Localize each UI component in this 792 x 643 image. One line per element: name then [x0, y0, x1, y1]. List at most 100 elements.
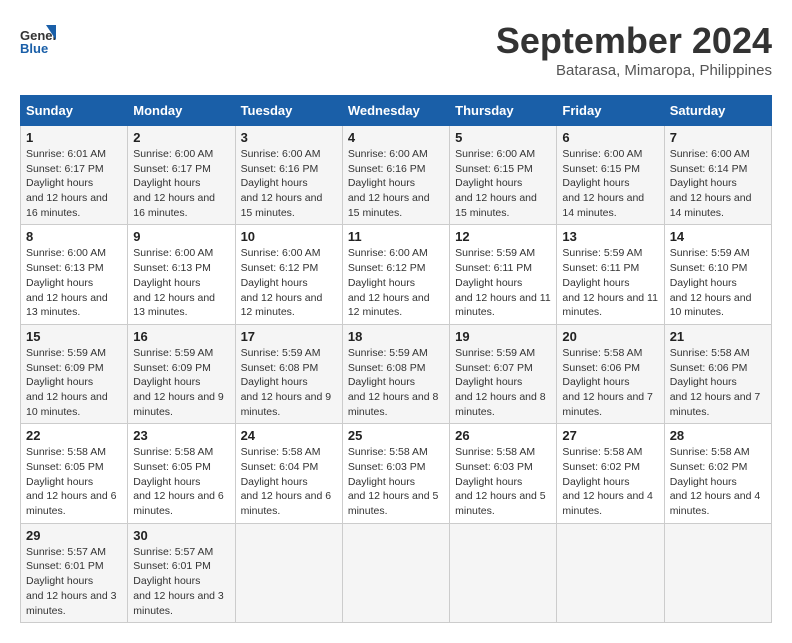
table-row: [664, 523, 771, 622]
table-row: 1 Sunrise: 6:01 AMSunset: 6:17 PMDaylight…: [21, 126, 128, 225]
day-info: Sunrise: 6:00 AMSunset: 6:13 PMDaylight …: [26, 247, 108, 318]
weekday-header-wednesday: Wednesday: [342, 96, 449, 126]
day-info: Sunrise: 6:00 AMSunset: 6:12 PMDaylight …: [348, 247, 430, 318]
day-info: Sunrise: 6:00 AMSunset: 6:15 PMDaylight …: [562, 148, 644, 219]
day-number: 5: [455, 130, 551, 145]
location: Batarasa, Mimaropa, Philippines: [496, 62, 772, 79]
table-row: 28 Sunrise: 5:58 AMSunset: 6:02 PMDayligh…: [664, 424, 771, 523]
table-row: 6 Sunrise: 6:00 AMSunset: 6:15 PMDaylight…: [557, 126, 664, 225]
table-row: [557, 523, 664, 622]
day-number: 21: [670, 329, 766, 344]
table-row: 22 Sunrise: 5:58 AMSunset: 6:05 PMDayligh…: [21, 424, 128, 523]
day-info: Sunrise: 5:58 AMSunset: 6:05 PMDaylight …: [133, 446, 224, 517]
day-info: Sunrise: 5:57 AMSunset: 6:01 PMDaylight …: [133, 546, 224, 617]
table-row: 29 Sunrise: 5:57 AMSunset: 6:01 PMDayligh…: [21, 523, 128, 622]
day-number: 14: [670, 229, 766, 244]
svg-text:Blue: Blue: [20, 41, 48, 56]
day-number: 26: [455, 428, 551, 443]
table-row: 21 Sunrise: 5:58 AMSunset: 6:06 PMDayligh…: [664, 324, 771, 423]
weekday-header-sunday: Sunday: [21, 96, 128, 126]
day-info: Sunrise: 5:59 AMSunset: 6:08 PMDaylight …: [241, 347, 332, 418]
day-info: Sunrise: 6:00 AMSunset: 6:12 PMDaylight …: [241, 247, 323, 318]
day-number: 20: [562, 329, 658, 344]
day-number: 1: [26, 130, 122, 145]
day-number: 2: [133, 130, 229, 145]
day-number: 11: [348, 229, 444, 244]
day-number: 13: [562, 229, 658, 244]
table-row: 27 Sunrise: 5:58 AMSunset: 6:02 PMDayligh…: [557, 424, 664, 523]
table-row: 26Sunrise: 5:58 AMSunset: 6:03 PMDayligh…: [450, 424, 557, 523]
day-info: Sunrise: 5:58 AMSunset: 6:04 PMDaylight …: [241, 446, 332, 517]
day-info: Sunrise: 5:58 AMSunset: 6:06 PMDaylight …: [562, 347, 653, 418]
day-number: 7: [670, 130, 766, 145]
day-info: Sunrise: 5:58 AMSunset: 6:02 PMDaylight …: [562, 446, 653, 517]
day-info: Sunrise: 5:59 AMSunset: 6:11 PMDaylight …: [455, 247, 551, 318]
table-row: 3 Sunrise: 6:00 AMSunset: 6:16 PMDaylight…: [235, 126, 342, 225]
table-row: 18 Sunrise: 5:59 AMSunset: 6:08 PMDayligh…: [342, 324, 449, 423]
day-info: Sunrise: 6:00 AMSunset: 6:16 PMDaylight …: [348, 148, 430, 219]
day-number: 30: [133, 528, 229, 543]
table-row: 8 Sunrise: 6:00 AMSunset: 6:13 PMDaylight…: [21, 225, 128, 324]
day-number: 28: [670, 428, 766, 443]
table-row: 15 Sunrise: 5:59 AMSunset: 6:09 PMDayligh…: [21, 324, 128, 423]
table-row: [235, 523, 342, 622]
day-info: Sunrise: 5:59 AMSunset: 6:10 PMDaylight …: [670, 247, 752, 318]
day-number: 3: [241, 130, 337, 145]
day-info: Sunrise: 5:58 AMSunset: 6:02 PMDaylight …: [670, 446, 761, 517]
day-info: Sunrise: 5:57 AMSunset: 6:01 PMDaylight …: [26, 546, 117, 617]
day-number: 16: [133, 329, 229, 344]
day-info: Sunrise: 5:59 AMSunset: 6:08 PMDaylight …: [348, 347, 439, 418]
day-number: 4: [348, 130, 444, 145]
day-number: 10: [241, 229, 337, 244]
day-number: 25: [348, 428, 444, 443]
logo: General Blue: [20, 20, 60, 56]
day-number: 19: [455, 329, 551, 344]
title-block: September 2024 Batarasa, Mimaropa, Phili…: [496, 20, 772, 79]
day-number: 6: [562, 130, 658, 145]
month-title: September 2024: [496, 20, 772, 62]
day-number: 9: [133, 229, 229, 244]
weekday-header-tuesday: Tuesday: [235, 96, 342, 126]
table-row: 13 Sunrise: 5:59 AMSunset: 6:11 PMDayligh…: [557, 225, 664, 324]
table-row: 19 Sunrise: 5:59 AMSunset: 6:07 PMDayligh…: [450, 324, 557, 423]
day-number: 17: [241, 329, 337, 344]
day-info: Sunrise: 5:58 AMSunset: 6:06 PMDaylight …: [670, 347, 761, 418]
table-row: 11 Sunrise: 6:00 AMSunset: 6:12 PMDayligh…: [342, 225, 449, 324]
day-number: 24: [241, 428, 337, 443]
table-row: 16 Sunrise: 5:59 AMSunset: 6:09 PMDayligh…: [128, 324, 235, 423]
day-info: Sunrise: 5:58 AMSunset: 6:05 PMDaylight …: [26, 446, 117, 517]
day-number: 18: [348, 329, 444, 344]
day-info: Sunrise: 5:59 AMSunset: 6:07 PMDaylight …: [455, 347, 546, 418]
logo-icon: General Blue: [20, 20, 56, 56]
day-info: Sunrise: 5:59 AMSunset: 6:09 PMDaylight …: [133, 347, 224, 418]
day-number: 15: [26, 329, 122, 344]
day-number: 12: [455, 229, 551, 244]
day-number: 23: [133, 428, 229, 443]
table-row: 4 Sunrise: 6:00 AMSunset: 6:16 PMDaylight…: [342, 126, 449, 225]
table-row: 12 Sunrise: 5:59 AMSunset: 6:11 PMDayligh…: [450, 225, 557, 324]
table-row: 7 Sunrise: 6:00 AMSunset: 6:14 PMDaylight…: [664, 126, 771, 225]
table-row: 14 Sunrise: 5:59 AMSunset: 6:10 PMDayligh…: [664, 225, 771, 324]
day-info: Sunrise: 5:59 AMSunset: 6:09 PMDaylight …: [26, 347, 108, 418]
weekday-header-saturday: Saturday: [664, 96, 771, 126]
day-number: 22: [26, 428, 122, 443]
day-info: Sunrise: 5:58 AMSunset: 6:03 PMDaylight …: [348, 446, 439, 517]
table-row: 2Sunrise: 6:00 AMSunset: 6:17 PMDaylight…: [128, 126, 235, 225]
day-number: 27: [562, 428, 658, 443]
table-row: 25 Sunrise: 5:58 AMSunset: 6:03 PMDayligh…: [342, 424, 449, 523]
weekday-header-friday: Friday: [557, 96, 664, 126]
table-row: 9Sunrise: 6:00 AMSunset: 6:13 PMDaylight…: [128, 225, 235, 324]
day-info: Sunrise: 6:01 AMSunset: 6:17 PMDaylight …: [26, 148, 108, 219]
day-info: Sunrise: 6:00 AMSunset: 6:16 PMDaylight …: [241, 148, 323, 219]
table-row: 10 Sunrise: 6:00 AMSunset: 6:12 PMDayligh…: [235, 225, 342, 324]
day-info: Sunrise: 5:59 AMSunset: 6:11 PMDaylight …: [562, 247, 658, 318]
page-header: General Blue September 2024 Batarasa, Mi…: [20, 20, 772, 79]
day-number: 29: [26, 528, 122, 543]
table-row: [342, 523, 449, 622]
weekday-header-thursday: Thursday: [450, 96, 557, 126]
table-row: 24 Sunrise: 5:58 AMSunset: 6:04 PMDayligh…: [235, 424, 342, 523]
table-row: [450, 523, 557, 622]
weekday-header-monday: Monday: [128, 96, 235, 126]
day-info: Sunrise: 6:00 AMSunset: 6:14 PMDaylight …: [670, 148, 752, 219]
day-number: 8: [26, 229, 122, 244]
